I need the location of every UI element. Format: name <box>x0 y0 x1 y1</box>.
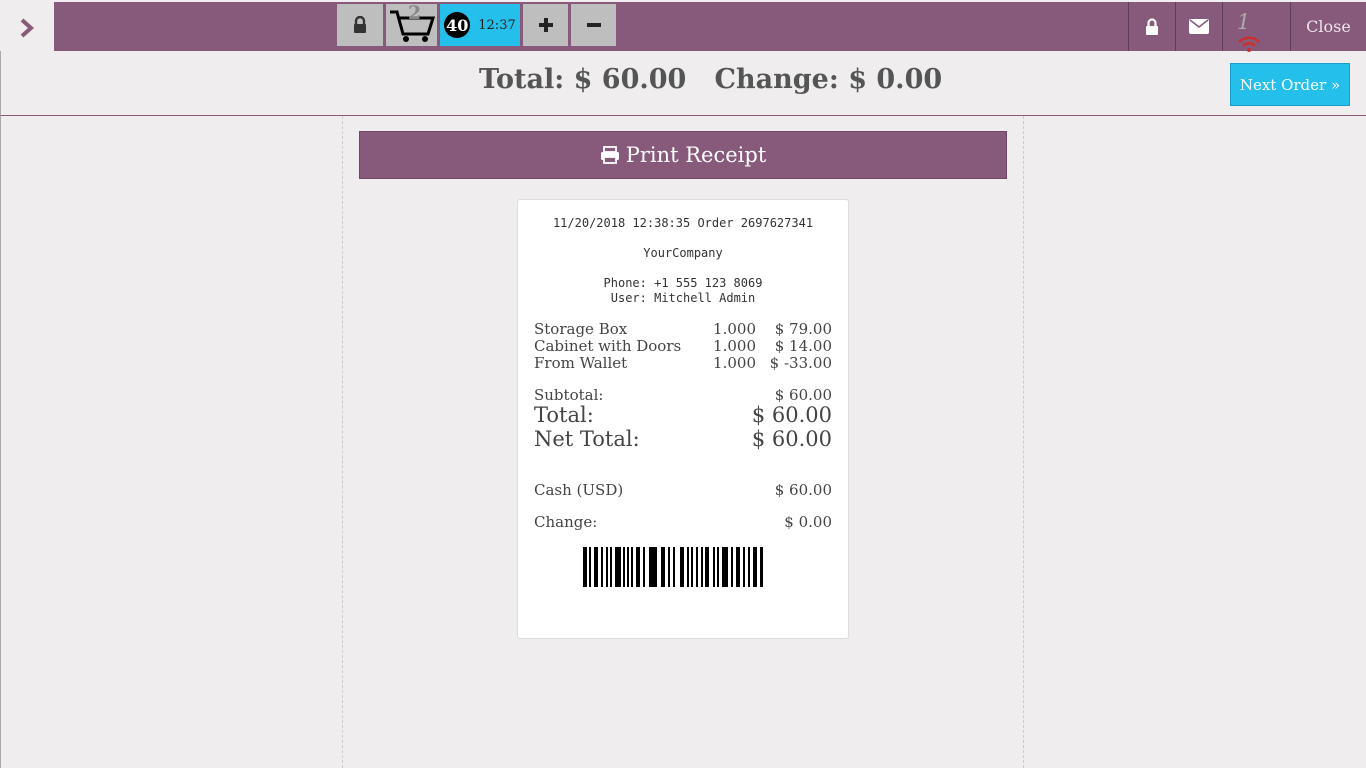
new-order-button[interactable] <box>523 4 568 46</box>
payment-label: Cash (USD) <box>534 481 624 499</box>
print-receipt-label: Print Receipt <box>625 143 767 167</box>
line-product: Cabinet with Doors <box>534 337 682 355</box>
messages-button[interactable] <box>1175 2 1222 51</box>
cart-button[interactable]: 2 <box>386 2 437 46</box>
net-total-label: Net Total: <box>534 427 640 451</box>
payment-summary-header: Total: $ 60.00 Change: $ 0.00 Next Order… <box>0 51 1366 116</box>
change-value: $ 0.00 <box>784 513 832 531</box>
barcode-icon <box>583 547 763 587</box>
order-time: 12:37 <box>478 17 516 33</box>
proxy-count: 1 <box>1237 10 1251 34</box>
total-label: Total: <box>534 403 594 427</box>
payment-value: $ 60.00 <box>774 481 832 499</box>
delete-order-button[interactable] <box>571 4 616 46</box>
payment-row: Cash (USD) $ 60.00 <box>534 481 832 499</box>
printer-icon <box>600 146 619 164</box>
change-row: Change: $ 0.00 <box>534 513 832 531</box>
status-widgets: 1 Close <box>1128 2 1366 53</box>
total-row: Total: $ 60.00 <box>534 403 832 427</box>
wifi-icon <box>1238 36 1260 52</box>
next-order-button[interactable]: Next Order » <box>1230 63 1350 106</box>
receipt-line: Cabinet with Doors 1.000 $ 14.00 <box>534 338 832 355</box>
line-price: $ 79.00 <box>774 320 832 338</box>
proxy-status[interactable]: 1 <box>1222 2 1290 52</box>
menu-toggle-button[interactable] <box>0 2 54 53</box>
line-qty: 1.000 <box>713 320 756 338</box>
top-bar: 2 40 12:37 1 Close <box>0 0 1366 53</box>
minus-icon <box>586 23 601 27</box>
lock-order-button[interactable] <box>337 4 383 46</box>
plus-icon <box>538 18 553 32</box>
receipt: 11/20/2018 12:38:35 Order 2697627341 You… <box>517 199 849 639</box>
net-total-row: Net Total: $ 60.00 <box>534 427 832 451</box>
lock-icon <box>1146 17 1158 35</box>
receipt-order-line: 11/20/2018 12:38:35 Order 2697627341 <box>552 216 814 230</box>
line-product: From Wallet <box>534 354 628 372</box>
subtotal-value: $ 60.00 <box>774 386 832 404</box>
chevron-right-icon <box>20 18 35 37</box>
envelope-icon <box>1189 19 1209 34</box>
receipt-line: Storage Box 1.000 $ 79.00 <box>534 321 832 338</box>
receipt-company: YourCompany <box>643 246 723 260</box>
subtotal-row: Subtotal: $ 60.00 <box>534 386 832 404</box>
line-price: $ 14.00 <box>774 337 832 355</box>
line-qty: 1.000 <box>713 354 756 372</box>
cart-count: 2 <box>408 2 422 24</box>
lock-icon <box>354 16 366 33</box>
line-qty: 1.000 <box>713 337 756 355</box>
change-label: Change: <box>534 513 598 531</box>
lock-screen-button[interactable] <box>1128 2 1175 51</box>
line-price: $ -33.00 <box>769 354 832 372</box>
line-product: Storage Box <box>534 320 628 338</box>
order-selector-tab[interactable]: 40 12:37 <box>440 4 520 46</box>
print-receipt-button[interactable]: Print Receipt <box>359 131 1007 179</box>
content-border <box>0 116 1 768</box>
receipt-user: User: Mitchell Admin <box>610 291 756 305</box>
total-value: $ 60.00 <box>751 403 832 427</box>
totals-text: Total: $ 60.00 Change: $ 0.00 <box>479 64 943 95</box>
receipt-phone: Phone: +1 555 123 8069 <box>603 276 763 290</box>
subtotal-label: Subtotal: <box>534 386 604 404</box>
receipt-lines: Storage Box 1.000 $ 79.00 Cabinet with D… <box>534 321 832 372</box>
order-number-badge: 40 <box>444 12 471 38</box>
net-total-value: $ 60.00 <box>751 427 832 451</box>
close-button[interactable]: Close <box>1290 2 1366 51</box>
receipt-line: From Wallet 1.000 $ -33.00 <box>534 355 832 372</box>
